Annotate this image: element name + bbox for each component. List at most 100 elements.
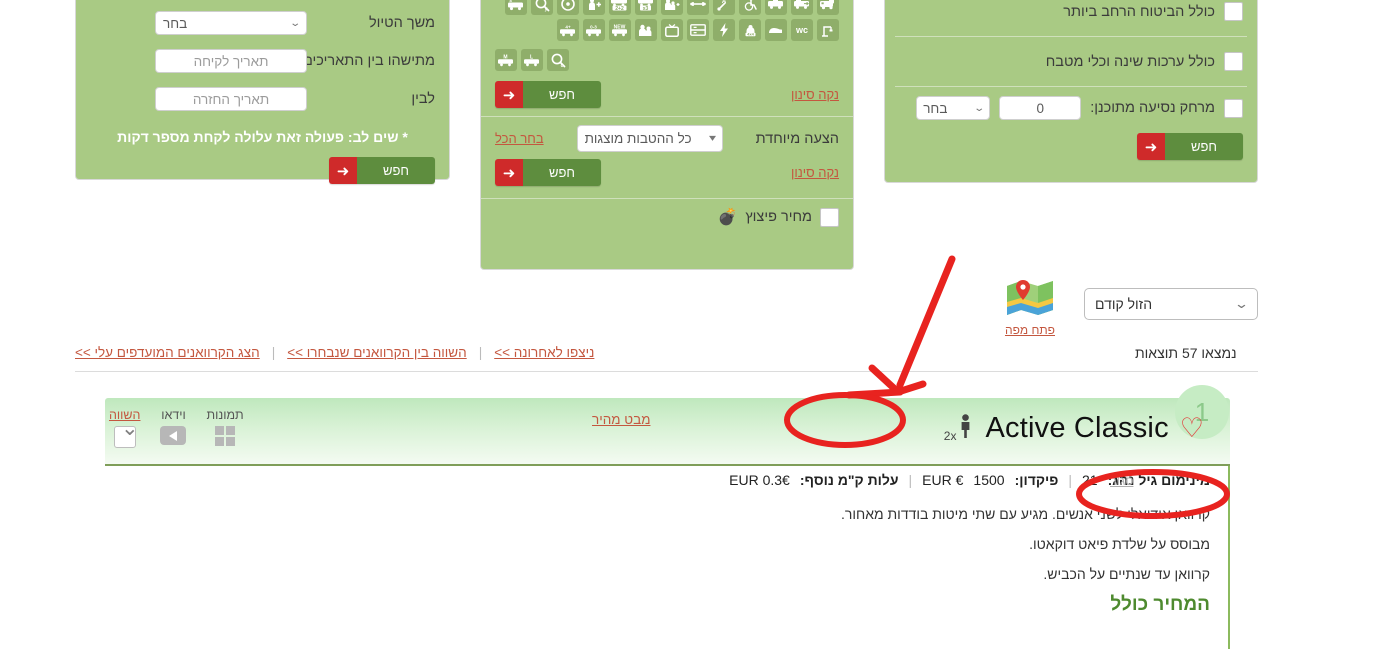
motorhome-icon[interactable] [765,0,787,15]
deposit-label: פיקדון: [1014,472,1059,488]
insurance-row: כולל הביטוח הרחב ביותר [885,0,1257,36]
divider: | [478,345,483,360]
features-search-button[interactable]: חפש ➜ [495,81,601,108]
search-year-icon[interactable]: y [531,0,553,15]
bunk-bed-icon[interactable] [687,19,709,41]
motorhome-arrow-icon[interactable] [791,0,813,15]
recently-viewed-link[interactable]: ניצפו לאחרונה >> [494,345,594,360]
motorhome-m-icon[interactable]: M [495,49,517,71]
plus4-icon[interactable]: +4 [557,19,579,41]
annotation-arrow-barb [845,388,904,399]
automatic-transmission-icon[interactable]: A [713,0,735,15]
close-link[interactable]: סגור [1110,474,1133,488]
svg-text:2+2: 2+2 [615,5,624,10]
return-date-input[interactable]: תאריך החזרה [155,87,307,111]
disc-icon[interactable] [557,0,579,15]
distance-checkbox[interactable] [1224,98,1243,118]
kitchen-kit-checkbox[interactable] [1224,52,1243,71]
offer-search-label: חפש [523,159,601,186]
van-icon[interactable] [817,0,839,15]
video-label: וידאו [161,408,186,422]
features-search-label: חפש [523,81,601,108]
result-card-info: מינימום גיל נהג: 21 | פיקדון: 1500 € EUR… [729,472,1210,488]
deposit-value: 1500 [973,472,1005,488]
duration-search-button[interactable]: חפש ➜ [329,157,435,184]
x3-icon[interactable]: x3 [635,0,657,15]
bomb-icon: 💣 [717,209,738,226]
insurance-label: כולל הביטוח הרחב ביותר [1063,3,1215,20]
berths-indicator: 2x [944,414,975,443]
favorites-link[interactable]: הצג הקרוואנים המועדפים עלי >> [75,345,260,360]
extras-filter-panel: כולל הביטוח הרחב ביותר כולל ערכות שינה ו… [884,0,1258,183]
duration-select[interactable]: ⌄ בחר [155,11,307,35]
new-icon[interactable]: NEW [609,19,631,41]
distance-value: 0 [1036,100,1044,116]
select-all-link[interactable]: בחר הכל [495,131,544,146]
chevron-down-icon: ⌄ [1233,296,1250,311]
extra-km-value: 0.3€ EUR [729,472,790,488]
blast-price-checkbox[interactable] [820,207,839,227]
return-date-placeholder: תאריך החזרה [192,91,270,107]
duration-note: * שים לב: פעולה זאת עלולה לקחת מספר דקות [117,129,408,145]
wheelchair-icon[interactable] [739,0,761,15]
motorhome-s-icon[interactable]: s [505,0,527,15]
0-3-icon[interactable]: 0-3 [583,19,605,41]
svg-text:y: y [544,6,547,12]
insurance-checkbox[interactable] [1224,2,1243,21]
kitchen-kit-label: כולל ערכות שינה וכלי מטבח [1045,53,1215,70]
clear-filter-link-2[interactable]: נקה סינון [791,165,839,180]
offer-search-button[interactable]: חפש ➜ [495,159,601,186]
pickup-date-input[interactable]: תאריך לקיחה [155,49,307,73]
berths-count: 2x [943,429,957,443]
electric-icon[interactable] [713,19,735,41]
trip-duration-filter-panel: משך הטיול ⌄ בחר מתישהו בין התאריכים תארי… [75,0,450,184]
sort-select[interactable]: ⌄ הזול קודם [1084,288,1258,320]
distance-unit-select[interactable]: ⌄ בחר [916,96,991,120]
svg-text:+4: +4 [565,24,571,29]
special-offer-select[interactable]: ▾ כל ההטבות מוצגות [576,125,723,152]
quick-look-link[interactable]: מבט מהיר [592,412,650,427]
extra-km-label: עלות ק"מ נוסף: [799,472,899,488]
open-map-button[interactable]: פתח מפה [1000,278,1060,337]
group-icon[interactable] [635,19,657,41]
tv-icon[interactable] [661,19,683,41]
crane-icon[interactable] [817,19,839,41]
4x4-icon[interactable]: 4x4 [739,19,761,41]
images-tool[interactable]: תמונות [206,408,244,446]
search-c-icon[interactable]: c [547,49,569,71]
description-line: קרוואן עד שנתיים על הכביש. [1043,566,1210,582]
svg-text:4x4: 4x4 [747,32,754,37]
wc-icon[interactable]: wc [791,19,813,41]
feature-icons-grid: A x3 2+2 y s wc 4x4 NEW 0-3 +4 c L M [481,0,853,71]
pet-icon[interactable] [765,19,787,41]
arrow-left-icon: ➜ [495,159,523,186]
distance-row: מרחק נסיעה מתוכנן: 0 ⌄ בחר [885,87,1257,129]
quick-links-row: ניצפו לאחרונה >> | השווה בין הקרוואנים ש… [75,345,594,360]
length-icon[interactable] [687,0,709,15]
chevron-down-icon: ⌄ [973,102,985,114]
images-label: תמונות [206,408,244,422]
compare-selected-link[interactable]: השווה בין הקרוואנים שנבחרו >> [287,345,467,360]
total-price-heading: המחיר כולל [1110,594,1210,615]
family-plus-icon[interactable] [661,0,683,15]
return-date-label: לבין [411,91,435,107]
divider: | [271,345,276,360]
svg-text:x3: x3 [642,5,648,10]
horizontal-rule [75,371,1258,372]
description-line: מבוסס על שלדת פיאט דוקאטו. [1029,536,1210,552]
arrow-left-icon: ➜ [495,81,523,108]
motorhome-l-icon[interactable]: L [521,49,543,71]
result-card-header: 1 ♡ Active Classic 2x מבט מהיר תמונות וי… [105,385,1230,466]
map-icon [1005,280,1055,320]
clear-filter-link[interactable]: נקה סינון [791,87,839,102]
person-plus-icon[interactable] [583,0,605,15]
heart-icon[interactable]: ♡ [1180,415,1204,442]
video-tool[interactable]: וידאו [160,408,187,445]
extras-search-button[interactable]: חפש ➜ [1137,133,1243,160]
open-map-label: פתח מפה [1004,323,1055,337]
pickup-date-placeholder: תאריך לקיחה [193,53,269,69]
2plus2-icon[interactable]: 2+2 [609,0,631,15]
chevron-down-icon[interactable]: ⌄ [121,418,139,439]
arrow-left-icon: ➜ [1137,133,1166,160]
distance-input[interactable]: 0 [999,96,1082,120]
